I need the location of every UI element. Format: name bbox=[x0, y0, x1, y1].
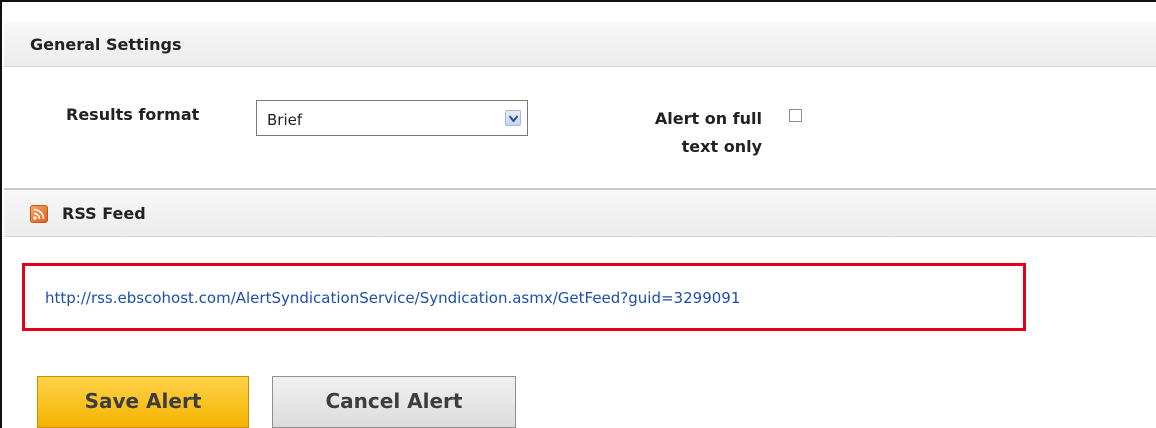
results-format-value: Brief bbox=[267, 111, 303, 129]
general-settings-title: General Settings bbox=[30, 35, 182, 54]
alert-settings-panel: General Settings Results format Brief Al… bbox=[0, 0, 1156, 428]
save-alert-button[interactable]: Save Alert bbox=[37, 376, 249, 428]
rss-feed-title: RSS Feed bbox=[62, 204, 146, 223]
rss-feed-url-link[interactable]: http://rss.ebscohost.com/AlertSyndicatio… bbox=[45, 289, 740, 307]
general-settings-header: General Settings bbox=[4, 22, 1156, 67]
rss-feed-header: RSS Feed bbox=[4, 188, 1156, 237]
chevron-down-icon[interactable] bbox=[505, 110, 521, 126]
rss-icon bbox=[30, 205, 48, 223]
rss-feed-url-highlight: http://rss.ebscohost.com/AlertSyndicatio… bbox=[22, 263, 1026, 331]
alert-full-text-label-line1: Alert on full bbox=[654, 109, 762, 128]
alert-full-text-label: Alert on full text only bbox=[602, 105, 762, 161]
alert-full-text-label-line2: text only bbox=[681, 137, 762, 156]
results-format-select[interactable]: Brief bbox=[256, 100, 528, 136]
cancel-alert-button[interactable]: Cancel Alert bbox=[272, 376, 516, 428]
alert-full-text-checkbox[interactable] bbox=[789, 109, 802, 122]
results-format-label: Results format bbox=[66, 105, 200, 124]
